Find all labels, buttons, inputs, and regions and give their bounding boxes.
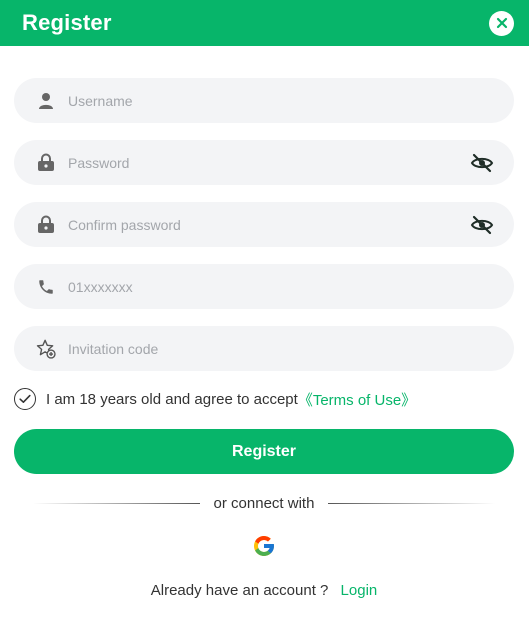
register-form: I am 18 years old and agree to accept 《T… xyxy=(0,46,529,599)
agreement-checkbox[interactable] xyxy=(14,388,36,410)
google-icon[interactable] xyxy=(252,534,276,558)
confirm-password-field[interactable] xyxy=(14,202,514,247)
close-button[interactable] xyxy=(489,10,514,36)
agreement-text: I am 18 years old and agree to accept xyxy=(46,390,298,408)
user-icon xyxy=(35,90,57,112)
login-question: Already have an account ? xyxy=(150,582,329,599)
phone-input[interactable] xyxy=(68,264,494,309)
username-field[interactable] xyxy=(14,78,514,123)
lock-icon xyxy=(35,214,57,236)
invitation-code-field[interactable] xyxy=(14,326,514,371)
confirm-password-input[interactable] xyxy=(68,202,470,247)
social-login xyxy=(14,534,514,558)
modal-header: Register xyxy=(0,0,529,46)
password-field[interactable] xyxy=(14,140,514,185)
check-icon xyxy=(19,394,31,403)
invitation-code-input[interactable] xyxy=(68,326,494,371)
close-icon xyxy=(496,17,507,29)
phone-field[interactable] xyxy=(14,264,514,309)
star-plus-icon xyxy=(35,338,57,360)
password-input[interactable] xyxy=(68,140,470,185)
divider-text: or connect with xyxy=(213,495,315,512)
terms-of-use-link[interactable]: 《Terms of Use》 xyxy=(298,389,416,410)
login-link[interactable]: Login xyxy=(341,582,378,599)
phone-icon xyxy=(35,276,57,298)
register-button[interactable]: Register xyxy=(14,429,514,474)
modal-title: Register xyxy=(22,10,112,35)
agreement-row: I am 18 years old and agree to accept 《T… xyxy=(14,388,514,410)
divider-line-right xyxy=(328,503,496,504)
divider: or connect with xyxy=(14,495,514,512)
login-row: Already have an account ? Login xyxy=(14,582,514,599)
eye-off-icon[interactable] xyxy=(470,151,494,175)
register-modal: Register Username 01xxxxxxx Invitation c… xyxy=(0,0,529,630)
username-input[interactable] xyxy=(68,78,494,123)
lock-icon xyxy=(35,152,57,174)
eye-off-icon[interactable] xyxy=(470,213,494,237)
divider-line-left xyxy=(32,503,200,504)
